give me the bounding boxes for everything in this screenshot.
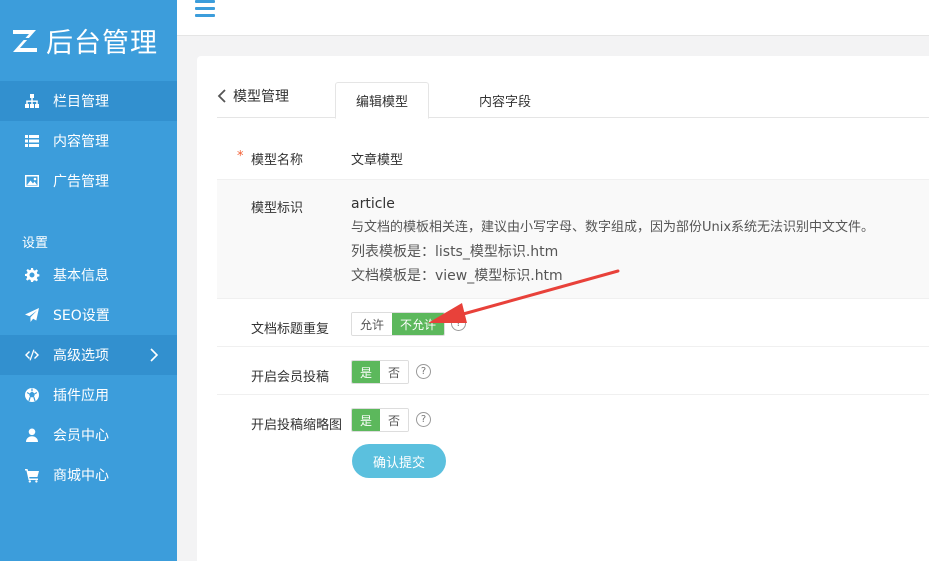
option-deny[interactable]: 不允许 [392, 313, 445, 335]
thumbnail-toggle: 是 否 [351, 408, 410, 432]
sidebar-item-seo[interactable]: SEO设置 [0, 295, 177, 335]
help-icon[interactable]: ? [416, 364, 431, 379]
code-icon [23, 346, 41, 364]
option-yes[interactable]: 是 [352, 409, 381, 431]
option-allow[interactable]: 允许 [352, 313, 393, 335]
tab-content-fields[interactable]: 内容字段 [459, 82, 551, 118]
back-link-label: 模型管理 [233, 89, 289, 105]
sidebar-item-advanced[interactable]: 高级选项 [0, 335, 177, 375]
option-no[interactable]: 否 [380, 409, 409, 431]
form-row-thumbnail: 开启投稿缩略图 是 否 ? [217, 395, 929, 443]
duplicate-title-toggle: 允许 不允许 [351, 312, 446, 336]
list-icon [23, 132, 41, 150]
form-row-identifier: 模型标识 article 与文档的模板相关连，建议由小写字母、数字组成，因为部份… [217, 180, 929, 299]
logo-text: 后台管理 [46, 27, 158, 59]
tab-edit-model[interactable]: 编辑模型 [335, 82, 430, 119]
required-mark: * [237, 149, 244, 164]
logo[interactable]: 后台管理 [0, 0, 177, 80]
help-icon[interactable]: ? [451, 316, 466, 331]
model-name-value: 文章模型 [351, 153, 404, 168]
form-row-member-submit: 开启会员投稿 是 否 ? [217, 347, 929, 395]
sidebar-item-label: 栏目管理 [53, 94, 109, 110]
model-name-label: 模型名称 [251, 153, 304, 168]
user-icon [23, 426, 41, 444]
paper-plane-icon [23, 306, 41, 324]
model-id-block: article 与文档的模板相关连，建议由小写字母、数字组成，因为部份Unix系… [351, 192, 874, 288]
tab-bar: 模型管理 编辑模型 内容字段 [217, 82, 929, 119]
sidebar-group-settings: 设置 [22, 236, 49, 251]
sidebar-item-label: 高级选项 [53, 348, 109, 364]
sidebar-item-content[interactable]: 内容管理 [0, 121, 177, 161]
sidebar-item-columns[interactable]: 栏目管理 [0, 81, 177, 121]
sidebar-item-label: 基本信息 [53, 268, 109, 284]
model-id-label: 模型标识 [251, 201, 304, 216]
model-id-help: 与文档的模板相关连，建议由小写字母、数字组成，因为部份Unix系统无法识别中文文… [351, 220, 875, 235]
top-bar [177, 0, 929, 36]
back-link[interactable]: 模型管理 [217, 86, 289, 106]
duplicate-title-label: 文档标题重复 [251, 322, 330, 337]
view-template-hint: 文档模板是：view_模型标识.htm [351, 268, 563, 284]
gear-icon [23, 266, 41, 284]
sidebar-item-label: 广告管理 [53, 174, 109, 190]
sidebar-item-ads[interactable]: 广告管理 [0, 161, 177, 201]
sidebar-item-basic-info[interactable]: 基本信息 [0, 255, 177, 295]
model-form: * 模型名称 文章模型 模型标识 article 与文档的模板相关连，建议由小写… [217, 134, 929, 443]
sidebar-item-label: 会员中心 [53, 428, 109, 444]
chevron-right-icon [150, 348, 159, 362]
sidebar-item-label: 插件应用 [53, 388, 109, 404]
sidebar-item-plugins[interactable]: 插件应用 [0, 375, 177, 415]
cart-icon [23, 466, 41, 484]
help-icon[interactable]: ? [416, 412, 431, 427]
menu-toggle-icon[interactable] [195, 0, 215, 18]
form-row-name: * 模型名称 文章模型 [217, 134, 929, 180]
sidebar-item-shop[interactable]: 商城中心 [0, 455, 177, 495]
sidebar-item-label: SEO设置 [53, 308, 110, 324]
sidebar-item-label: 内容管理 [53, 134, 109, 150]
soccer-ball-icon [23, 386, 41, 404]
sidebar: 后台管理 栏目管理 内容管理 广告管理 设置 基本信息 SEO设置 高级选项 插… [0, 0, 177, 561]
main-panel: 模型管理 编辑模型 内容字段 * 模型名称 文章模型 模型标识 article … [197, 56, 929, 561]
thumbnail-label: 开启投稿缩略图 [251, 418, 343, 433]
member-submit-toggle: 是 否 [351, 360, 410, 384]
option-no[interactable]: 否 [380, 361, 409, 383]
logo-icon [13, 30, 37, 52]
member-submit-label: 开启会员投稿 [251, 370, 330, 385]
option-yes[interactable]: 是 [352, 361, 381, 383]
submit-button[interactable]: 确认提交 [352, 444, 446, 478]
sidebar-item-label: 商城中心 [53, 468, 109, 484]
form-row-duplicate-title: 文档标题重复 允许 不允许 ? [217, 299, 929, 347]
chevron-left-icon [217, 89, 226, 103]
sitemap-icon [23, 92, 41, 110]
image-icon [23, 172, 41, 190]
list-template-hint: 列表模板是：lists_模型标识.htm [351, 244, 559, 260]
model-id-value: article [351, 196, 395, 212]
sidebar-item-members[interactable]: 会员中心 [0, 415, 177, 455]
